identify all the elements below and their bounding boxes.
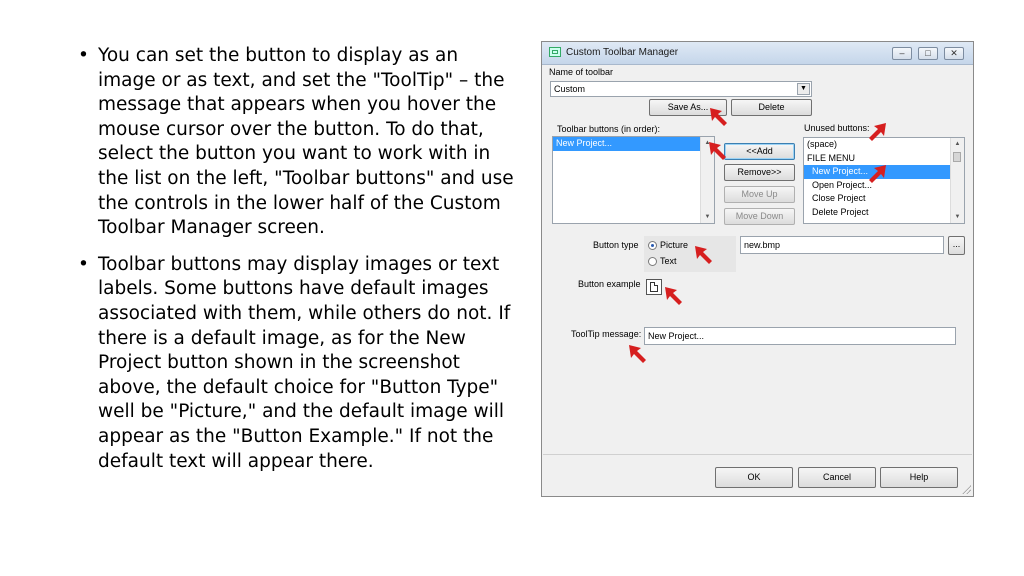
tooltip-label: ToolTip message: (571, 329, 642, 339)
dialog-title: Custom Toolbar Manager (566, 47, 679, 58)
toolbar-name-label: Name of toolbar (549, 67, 614, 77)
button-type-label: Button type (593, 240, 639, 250)
minimize-icon[interactable]: – (892, 47, 912, 60)
slide-bullets: • You can set the button to display as an… (76, 44, 516, 486)
red-pointer-arrow-icon (869, 123, 886, 141)
unused-buttons-label: Unused buttons: (804, 123, 870, 133)
red-pointer-arrow-icon (869, 165, 886, 183)
toolbar-name-value: Custom (554, 84, 586, 94)
ok-button[interactable]: OK (715, 467, 793, 488)
scrollbar[interactable]: ▲ ▼ (950, 138, 964, 223)
custom-toolbar-manager-dialog: Custom Toolbar Manager – □ ✕ Name of too… (541, 41, 974, 497)
scroll-down-icon[interactable]: ▼ (951, 211, 964, 223)
remove-button[interactable]: Remove>> (724, 164, 795, 181)
move-down-button[interactable]: Move Down (724, 208, 795, 225)
maximize-icon[interactable]: □ (918, 47, 938, 60)
list-item[interactable]: New Project... (553, 137, 700, 151)
bullet-1: • You can set the button to display as an… (78, 45, 514, 239)
cancel-button[interactable]: Cancel (798, 467, 876, 488)
toolbar-buttons-label: Toolbar buttons (in order): (557, 124, 661, 134)
move-up-button[interactable]: Move Up (724, 186, 795, 203)
document-icon (650, 282, 658, 292)
list-item[interactable]: Delete Project (804, 206, 950, 220)
resize-grip-icon[interactable] (961, 484, 971, 494)
title-bar[interactable]: Custom Toolbar Manager – □ ✕ (542, 42, 973, 65)
red-pointer-arrow-icon (629, 345, 646, 363)
scroll-down-icon[interactable]: ▼ (701, 211, 714, 223)
add-button[interactable]: <<Add (724, 143, 795, 160)
chevron-down-icon[interactable]: ▼ (797, 83, 810, 95)
delete-button[interactable]: Delete (731, 99, 812, 116)
scroll-up-icon[interactable]: ▲ (951, 138, 964, 150)
app-icon (549, 47, 561, 57)
red-pointer-arrow-icon (709, 142, 726, 160)
button-example-label: Button example (578, 279, 641, 289)
text-radio[interactable] (648, 257, 657, 266)
toolbar-buttons-list[interactable]: New Project... ▲ ▼ (552, 136, 715, 224)
text-radio-label[interactable]: Text (660, 256, 677, 266)
tooltip-input[interactable]: New Project... (644, 327, 956, 345)
picture-radio-label[interactable]: Picture (660, 240, 688, 250)
button-example-preview (646, 279, 662, 295)
red-pointer-arrow-icon (710, 108, 727, 126)
button-type-radio-group: Picture Text (644, 236, 736, 272)
close-icon[interactable]: ✕ (944, 47, 964, 60)
image-file-input[interactable]: new.bmp (740, 236, 944, 254)
scroll-thumb[interactable] (953, 152, 961, 162)
toolbar-name-combo[interactable]: Custom ▼ (550, 81, 812, 97)
list-item[interactable]: Close Project (804, 192, 950, 206)
bullet-2: • Toolbar buttons may display images or t… (78, 253, 511, 472)
red-pointer-arrow-icon (695, 246, 712, 264)
red-pointer-arrow-icon (665, 287, 682, 305)
browse-button[interactable]: ... (948, 236, 965, 255)
help-button[interactable]: Help (880, 467, 958, 488)
divider (543, 454, 972, 455)
picture-radio[interactable] (648, 241, 657, 250)
